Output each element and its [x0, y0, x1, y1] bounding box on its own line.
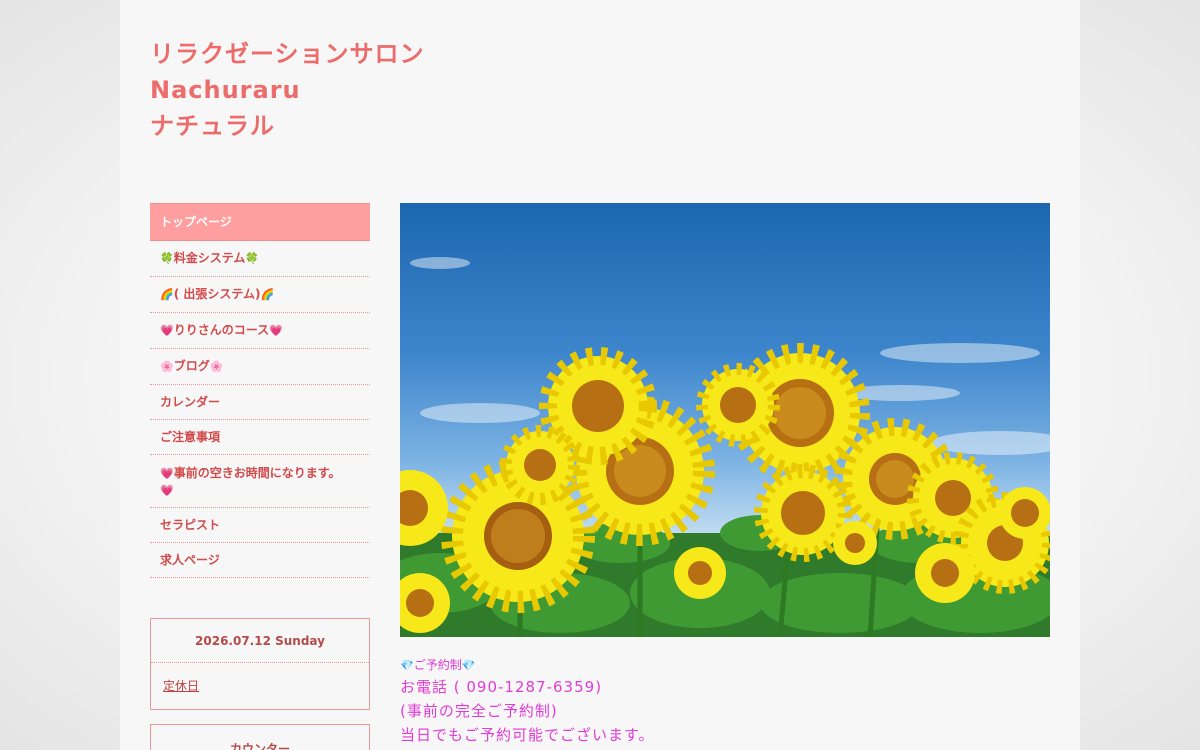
nav-item-label: セラピスト: [160, 518, 221, 532]
site-title-line-3: ナチュラル: [150, 112, 275, 140]
nav-item-top[interactable]: トップページ: [150, 204, 370, 241]
nav-item-outcall[interactable]: 🌈( 出張システム)🌈: [150, 277, 370, 313]
calendar-date: 2026.07.12 Sunday: [151, 619, 369, 663]
site-title-line-1: リラクゼーションサロン: [150, 40, 425, 68]
site-title[interactable]: リラクゼーションサロン Nachuraru ナチュラル: [150, 36, 425, 144]
nav-item-label: カレンダー: [160, 395, 221, 409]
nav-item-blog[interactable]: 🌸ブログ🌸: [150, 349, 370, 385]
sidebar: トップページ 🍀料金システム🍀 🌈( 出張システム)🌈 💗りりさんのコース💗 🌸…: [150, 203, 370, 750]
cherry-blossom-icon: 🌸: [160, 360, 174, 373]
calendar-widget: 2026.07.12 Sunday 定休日: [150, 618, 370, 710]
calendar-widget-body: 定休日: [151, 663, 369, 709]
holiday-link[interactable]: 定休日: [163, 679, 199, 693]
nav-item-notes[interactable]: ご注意事項: [150, 420, 370, 455]
rainbow-icon: 🌈: [160, 288, 174, 301]
nav-item-pricing[interactable]: 🍀料金システム🍀: [150, 241, 370, 277]
clover-icon: 🍀: [245, 252, 260, 265]
sidebar-nav: トップページ 🍀料金システム🍀 🌈( 出張システム)🌈 💗りりさんのコース💗 🌸…: [150, 203, 370, 578]
main-content: 💎ご予約制💎 お電話 ( 090-1287-6359) (事前の完全ご予約制) …: [400, 656, 1050, 747]
reservation-label: ご予約制: [413, 658, 462, 672]
counter-widget: カウンター: [150, 724, 370, 750]
sunflower-field-image: [400, 203, 1050, 637]
reservation-heading: 💎ご予約制💎: [400, 656, 1050, 675]
heart-icon: 💗: [160, 467, 174, 480]
nav-item-calendar[interactable]: カレンダー: [150, 385, 370, 420]
site-title-line-2: Nachuraru: [150, 76, 301, 104]
gem-icon: 💎: [400, 659, 414, 672]
nav-item-label: トップページ: [160, 215, 232, 229]
heart-icon: 💗: [160, 324, 174, 337]
nav-item-label: 求人ページ: [160, 553, 220, 567]
gem-icon: 💎: [461, 659, 476, 672]
cherry-blossom-icon: 🌸: [209, 360, 224, 373]
nav-item-label: 事前の空きお時間になります。: [173, 466, 341, 480]
reservation-note-2: 当日でもご予約可能でございます。: [400, 726, 655, 744]
heart-icon: 💗: [269, 324, 283, 337]
nav-item-label: 料金システム: [173, 251, 246, 265]
nav-item-availability[interactable]: 💗事前の空きお時間になります。 💗: [150, 455, 370, 508]
page: リラクゼーションサロン Nachuraru ナチュラル トップページ 🍀料金シス…: [120, 0, 1080, 750]
clover-icon: 🍀: [160, 252, 174, 265]
nav-item-label: ( 出張システム): [173, 287, 261, 301]
nav-item-label: りりさんのコース: [173, 323, 270, 337]
nav-item-riri-course[interactable]: 💗りりさんのコース💗: [150, 313, 370, 349]
nav-item-therapist[interactable]: セラピスト: [150, 508, 370, 543]
heart-icon: 💗: [160, 484, 174, 497]
reservation-note-1: (事前の完全ご予約制): [400, 702, 558, 720]
nav-item-label: ご注意事項: [160, 430, 221, 444]
phone-line: お電話 ( 090-1287-6359): [400, 678, 603, 696]
rainbow-icon: 🌈: [260, 288, 275, 301]
sunflower-illustration: [400, 257, 1050, 637]
nav-item-recruit[interactable]: 求人ページ: [150, 543, 370, 578]
nav-item-label: ブログ: [173, 359, 210, 373]
counter-title: カウンター: [229, 742, 290, 750]
